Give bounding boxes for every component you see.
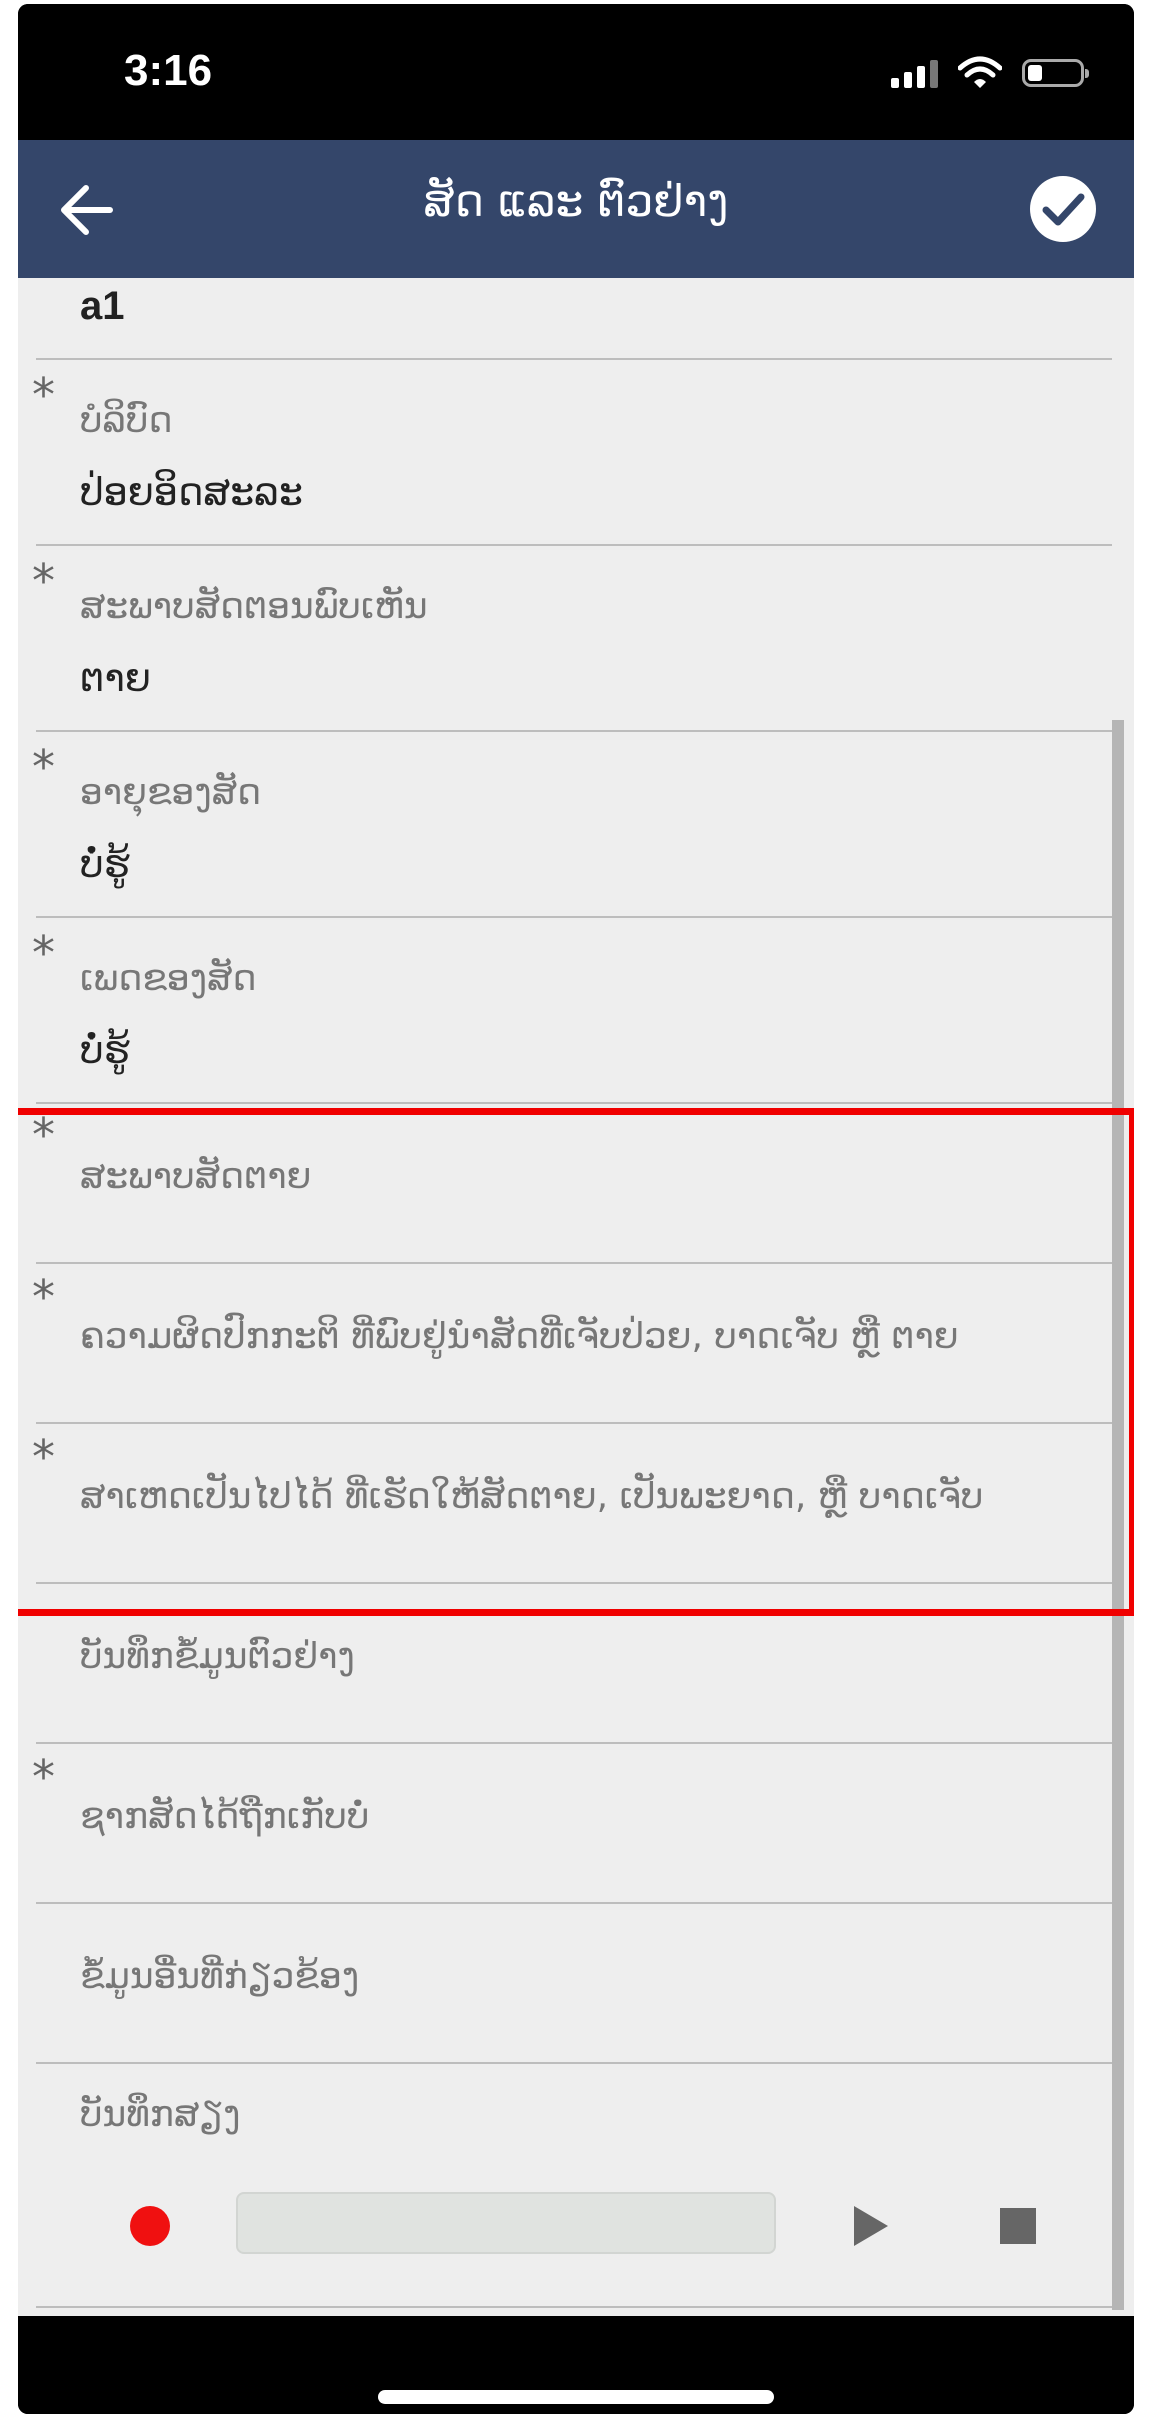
audio-controls <box>18 2188 1134 2268</box>
field-id-value: a1 <box>80 284 125 328</box>
scrollbar[interactable] <box>1112 720 1124 2310</box>
wifi-icon <box>958 56 1002 88</box>
field-value: ບໍ່ຮູ້ <box>80 1028 130 1072</box>
required-asterisk: * <box>32 554 55 608</box>
field-context[interactable]: * ບໍລິບົດ ປ່ອຍອິດສະລະ <box>18 360 1108 544</box>
field-condition-found[interactable]: * ສະພາບສັດຕອນພົບເຫັນ ຕາຍ <box>18 546 1108 730</box>
field-label: ສະພາບສັດຕອນພົບເຫັນ <box>80 586 428 627</box>
required-asterisk: * <box>32 368 55 422</box>
play-icon[interactable] <box>850 2204 890 2248</box>
field-label: ອາຍຸຂອງສັດ <box>80 772 262 813</box>
status-time: 3:16 <box>124 46 213 95</box>
field-carcass-collected[interactable]: * ຊາກສັດໄດ້ຖືກເກັບບໍ່ <box>18 1744 1108 1902</box>
field-dead-condition[interactable]: * ສະພາບສັດຕາຍ <box>18 1104 1108 1262</box>
required-asterisk: * <box>32 1430 55 1484</box>
field-possible-cause[interactable]: * ສາເຫດເປັນໄປໄດ້ ທີ່ເຮັດໃຫ້ສັດຕາຍ, ເປັນພ… <box>18 1424 1108 1582</box>
signal-icon <box>891 58 938 88</box>
check-circle-icon[interactable] <box>1028 174 1098 244</box>
status-icons <box>891 56 1089 90</box>
field-abnormalities[interactable]: * ຄວາມຜິດປົກກະຕິ ທີ່ພົບຢູ່ນຳສັດທີ່ເຈັບປ່… <box>18 1264 1108 1422</box>
field-label: ເພດຂອງສັດ <box>80 958 257 999</box>
field-audio-record: ບັນທຶກສຽງ <box>18 2064 1108 2174</box>
field-label: ສາເຫດເປັນໄປໄດ້ ທີ່ເຮັດໃຫ້ສັດຕາຍ, ເປັນພະຍ… <box>80 1476 984 1517</box>
divider <box>36 2306 1112 2308</box>
page-title: ສັດ ແລະ ຕົວຢ່າງ <box>423 176 729 227</box>
field-id-row[interactable]: a1 <box>18 278 1134 358</box>
phone-frame: 3:16 ສັດ ແລະ ຕົວຢ່າງ a1 * ບໍລິບົດ ປ່ອຍອິ… <box>18 4 1134 2414</box>
required-asterisk: * <box>32 1270 55 1324</box>
field-label: ສະພາບສັດຕາຍ <box>80 1156 312 1197</box>
field-value: ບໍ່ຮູ້ <box>80 842 130 886</box>
audio-progress-bar[interactable] <box>236 2192 776 2254</box>
required-asterisk: * <box>32 1108 55 1162</box>
field-animal-age[interactable]: * ອາຍຸຂອງສັດ ບໍ່ຮູ້ <box>18 732 1108 916</box>
field-value: ປ່ອຍອິດສະລະ <box>80 470 303 514</box>
field-value: ຕາຍ <box>80 656 151 700</box>
field-label: ບັນທຶກສຽງ <box>80 2094 241 2135</box>
app-header: ສັດ ແລະ ຕົວຢ່າງ <box>18 140 1134 278</box>
field-sample-record[interactable]: ບັນທຶກຂໍ້ມູນຕົວຢ່າງ <box>18 1584 1108 1742</box>
form-content: a1 * ບໍລິບົດ ປ່ອຍອິດສະລະ * ສະພາບສັດຕອນພົ… <box>18 278 1134 2316</box>
home-indicator[interactable] <box>378 2390 774 2404</box>
record-button[interactable] <box>130 2206 170 2246</box>
required-asterisk: * <box>32 740 55 794</box>
stop-icon[interactable] <box>1000 2208 1036 2244</box>
field-label: ຄວາມຜິດປົກກະຕິ ທີ່ພົບຢູ່ນຳສັດທີ່ເຈັບປ່ວຍ… <box>80 1316 959 1357</box>
battery-icon <box>1022 59 1089 87</box>
field-animal-sex[interactable]: * ເພດຂອງສັດ ບໍ່ຮູ້ <box>18 918 1108 1102</box>
field-other-info[interactable]: ຂໍ້ມູນອື່ນທີ່ກ່ຽວຂ້ອງ <box>18 1904 1108 2062</box>
field-label: ຂໍ້ມູນອື່ນທີ່ກ່ຽວຂ້ອງ <box>80 1956 360 1997</box>
required-asterisk: * <box>32 1750 55 1804</box>
field-label: ຊາກສັດໄດ້ຖືກເກັບບໍ່ <box>80 1796 370 1837</box>
status-bar: 3:16 <box>18 4 1134 140</box>
field-label: ບໍລິບົດ <box>80 400 173 441</box>
field-label: ບັນທຶກຂໍ້ມູນຕົວຢ່າງ <box>80 1636 355 1677</box>
required-asterisk: * <box>32 926 55 980</box>
